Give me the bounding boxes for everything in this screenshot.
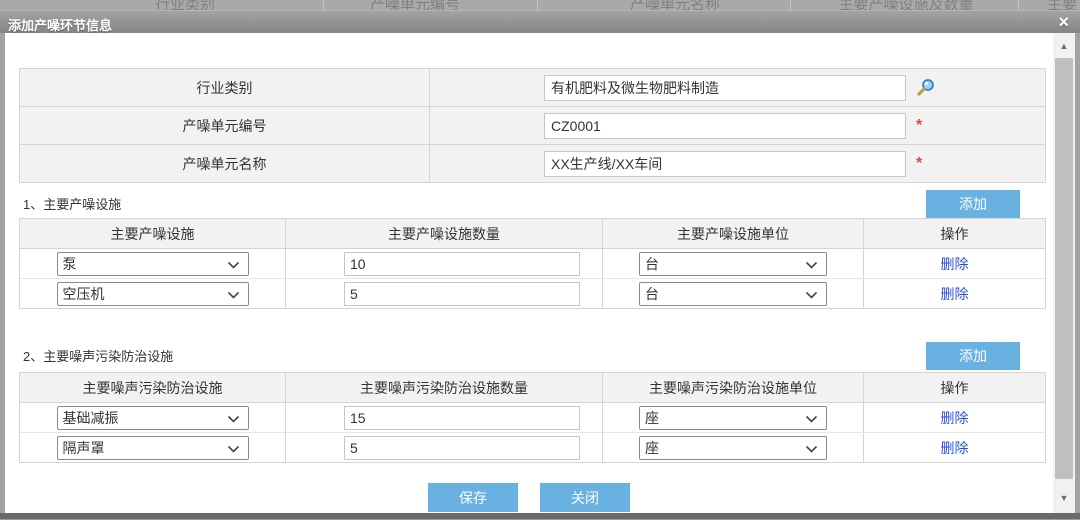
modal-add-noise-info: 添加产噪环节信息 × 行业类别 xyxy=(0,10,1080,520)
column-header: 操作 xyxy=(864,219,1045,248)
chevron-down-icon xyxy=(227,440,240,456)
facility-select-value: 泵 xyxy=(63,254,77,274)
facility-select[interactable]: 空压机 xyxy=(57,282,249,306)
modal-content: 行业类别 产噪单元编号 xyxy=(0,33,1080,513)
control-facility-select[interactable]: 基础减振 xyxy=(57,406,249,430)
facility-table-header: 主要产噪设施 主要产噪设施数量 主要产噪设施单位 操作 xyxy=(20,219,1045,249)
form-row-unit-name: 产噪单元名称 * xyxy=(20,145,1045,182)
chevron-down-icon xyxy=(227,256,240,272)
chevron-down-icon xyxy=(227,286,240,302)
modal-titlebar: 添加产噪环节信息 × xyxy=(0,10,1080,33)
industry-category-label: 行业类别 xyxy=(20,69,430,106)
unit-select[interactable]: 座 xyxy=(639,406,827,430)
unit-name-label: 产噪单元名称 xyxy=(20,145,430,182)
close-icon[interactable]: × xyxy=(1058,11,1069,33)
bg-column-divider xyxy=(1018,0,1019,10)
control-facility-select-value: 隔声罩 xyxy=(63,438,105,458)
delete-link[interactable]: 删除 xyxy=(941,254,969,274)
unit-select[interactable]: 座 xyxy=(639,436,827,460)
add-control-facility-button[interactable]: 添加 xyxy=(926,342,1020,370)
unit-code-input[interactable] xyxy=(544,113,906,139)
scroll-down-button[interactable]: ▼ xyxy=(1053,487,1075,509)
control-facility-table: 主要噪声污染防治设施 主要噪声污染防治设施数量 主要噪声污染防治设施单位 操作 … xyxy=(19,372,1046,463)
column-header: 主要噪声污染防治设施单位 xyxy=(603,373,864,402)
chevron-down-icon xyxy=(805,256,818,272)
form-row-industry: 行业类别 xyxy=(20,69,1045,107)
scroll-up-button[interactable]: ▲ xyxy=(1053,35,1075,57)
delete-link[interactable]: 删除 xyxy=(941,284,969,304)
unit-select[interactable]: 台 xyxy=(639,282,827,306)
table-row: 隔声罩 座 删除 xyxy=(20,433,1045,462)
quantity-input[interactable] xyxy=(344,252,580,276)
unit-select-value: 台 xyxy=(645,284,659,304)
section-2-header: 2、主要噪声污染防治设施 添加 xyxy=(19,342,1046,370)
column-header: 操作 xyxy=(864,373,1045,402)
required-asterisk: * xyxy=(916,157,922,171)
scroll-up-icon: ▲ xyxy=(1060,41,1069,51)
chevron-down-icon xyxy=(805,286,818,302)
scroll-thumb[interactable] xyxy=(1055,58,1073,479)
column-header: 主要产噪设施 xyxy=(20,219,286,248)
table-row: 泵 台 删除 xyxy=(20,249,1045,279)
control-facility-select-value: 基础减振 xyxy=(63,408,119,428)
table-row: 基础减振 座 删除 xyxy=(20,403,1045,433)
search-icon[interactable] xyxy=(916,78,935,97)
industry-category-input[interactable] xyxy=(544,75,906,101)
column-header: 主要产噪设施数量 xyxy=(286,219,603,248)
close-button[interactable]: 关闭 xyxy=(540,483,630,512)
chevron-down-icon xyxy=(805,410,818,426)
required-asterisk: * xyxy=(916,119,922,133)
unit-info-form: 行业类别 产噪单元编号 xyxy=(19,68,1046,183)
modal-title: 添加产噪环节信息 xyxy=(8,15,112,34)
bg-column-divider xyxy=(323,0,324,10)
screen: 行业类别 产噪单元编号 产噪单元名称 主要产噪设施及数量 主要 添加产噪环节信息… xyxy=(0,0,1080,520)
table-row: 空压机 台 删除 xyxy=(20,279,1045,308)
industry-category-value-cell xyxy=(430,69,1045,106)
section-1-header: 1、主要产噪设施 添加 xyxy=(19,190,1046,218)
bg-column-divider xyxy=(790,0,791,10)
delete-link[interactable]: 删除 xyxy=(941,438,969,458)
quantity-input[interactable] xyxy=(344,436,580,460)
chevron-down-icon xyxy=(227,410,240,426)
column-header: 主要噪声污染防治设施数量 xyxy=(286,373,603,402)
section-1-title: 1、主要产噪设施 xyxy=(23,194,121,213)
delete-link[interactable]: 删除 xyxy=(941,408,969,428)
unit-select-value: 台 xyxy=(645,254,659,274)
footer-buttons: 保存 关闭 xyxy=(5,483,1053,512)
facility-select-value: 空压机 xyxy=(63,284,105,304)
unit-select-value: 座 xyxy=(645,408,659,428)
facility-select[interactable]: 泵 xyxy=(57,252,249,276)
unit-name-input[interactable] xyxy=(544,151,906,177)
unit-code-value-cell: * xyxy=(430,107,1045,144)
scroll-down-icon: ▼ xyxy=(1060,493,1069,503)
unit-select-value: 座 xyxy=(645,438,659,458)
chevron-down-icon xyxy=(805,440,818,456)
control-table-header: 主要噪声污染防治设施 主要噪声污染防治设施数量 主要噪声污染防治设施单位 操作 xyxy=(20,373,1045,403)
quantity-input[interactable] xyxy=(344,406,580,430)
unit-select[interactable]: 台 xyxy=(639,252,827,276)
unit-name-value-cell: * xyxy=(430,145,1045,182)
column-header: 主要噪声污染防治设施 xyxy=(20,373,286,402)
control-facility-select[interactable]: 隔声罩 xyxy=(57,436,249,460)
scrollbar: ▲ ▼ xyxy=(1053,33,1075,513)
form-row-unit-code: 产噪单元编号 * xyxy=(20,107,1045,145)
section-2-title: 2、主要噪声污染防治设施 xyxy=(23,346,173,365)
save-button[interactable]: 保存 xyxy=(428,483,518,512)
column-header: 主要产噪设施单位 xyxy=(603,219,864,248)
facility-table: 主要产噪设施 主要产噪设施数量 主要产噪设施单位 操作 泵 xyxy=(19,218,1046,309)
unit-code-label: 产噪单元编号 xyxy=(20,107,430,144)
bg-column-divider xyxy=(537,0,538,10)
quantity-input[interactable] xyxy=(344,282,580,306)
add-facility-button[interactable]: 添加 xyxy=(926,190,1020,218)
